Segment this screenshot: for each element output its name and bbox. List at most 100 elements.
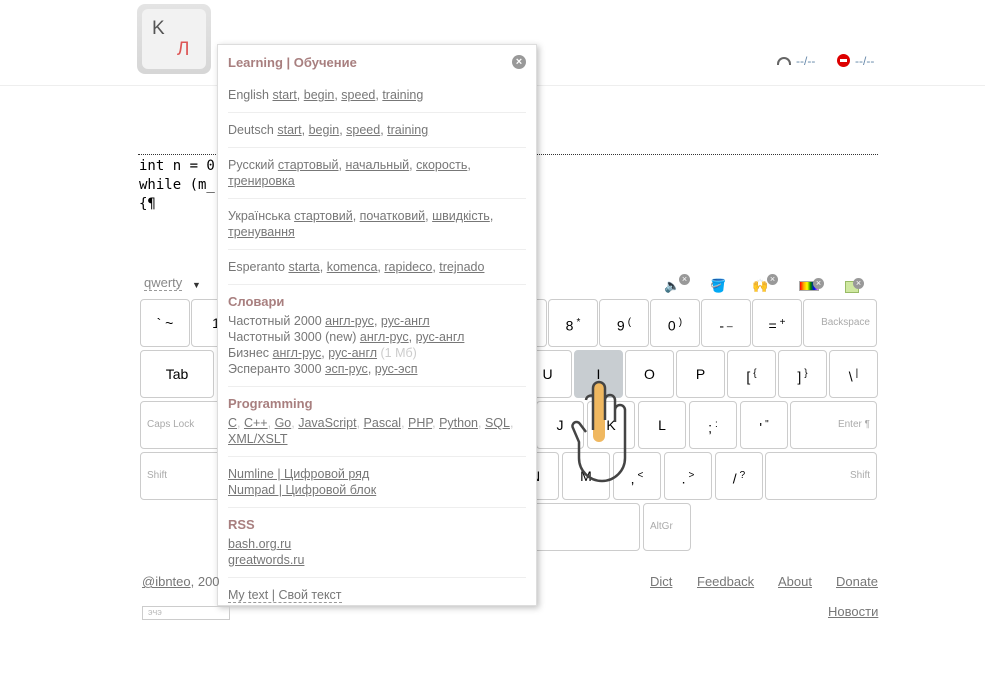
keyboard-colors-icon[interactable]: × — [799, 278, 824, 291]
numpad-link[interactable]: Numpad | Цифровой блок — [228, 483, 376, 497]
author-link[interactable]: @ibnteo — [142, 574, 191, 589]
key[interactable]: P — [676, 350, 725, 398]
logo[interactable]: KЛ — [137, 4, 211, 74]
close-icon[interactable]: × — [512, 55, 526, 69]
programming-link[interactable]: Python — [439, 416, 478, 430]
rss-link[interactable]: bash.org.ru — [228, 537, 291, 551]
dict-link[interactable]: рус-англ — [328, 346, 377, 360]
language-label: Українська — [228, 209, 291, 223]
my-text-link[interactable]: My text | Свой текст — [228, 588, 342, 603]
course-link[interactable]: komenca — [327, 260, 378, 274]
close-icon[interactable]: × — [853, 278, 864, 289]
file-size: (1 Мб) — [380, 346, 417, 360]
errors-stat: --/-- — [837, 54, 874, 68]
programming-link[interactable]: XML/XSLT — [228, 432, 288, 446]
donate-link[interactable]: Donate — [836, 574, 878, 589]
key[interactable]: ;: — [689, 401, 737, 449]
course-row: Deutsch start, begin, speed, training — [228, 113, 526, 148]
course-link[interactable]: стартовый — [278, 158, 339, 172]
course-link[interactable]: starta — [288, 260, 319, 274]
key[interactable]: 8 * — [548, 299, 598, 347]
course-link[interactable]: speed — [346, 123, 380, 137]
close-icon[interactable]: × — [679, 274, 690, 285]
key[interactable]: O — [625, 350, 674, 398]
programming-link[interactable]: JavaScript — [298, 416, 356, 430]
dict-link[interactable]: англ-рус — [360, 330, 409, 344]
speedometer-icon — [777, 57, 791, 65]
programming-link[interactable]: PHP — [408, 416, 432, 430]
about-link[interactable]: About — [778, 574, 812, 589]
section-title: Programming — [228, 396, 313, 411]
programming-link[interactable]: Go — [275, 416, 292, 430]
course-link[interactable]: start — [272, 88, 296, 102]
programming-link[interactable]: C — [228, 416, 237, 430]
dict-link[interactable]: англ-рус — [325, 314, 374, 328]
dict-link[interactable]: рус-эсп — [375, 362, 418, 376]
dict-link[interactable]: рус-англ — [416, 330, 465, 344]
key[interactable]: ` ~ — [140, 299, 190, 347]
key[interactable]: ]} — [778, 350, 827, 398]
feedback-link[interactable]: Feedback — [697, 574, 754, 589]
chevron-down-icon[interactable]: ▼ — [192, 280, 201, 290]
speed-stat: --/-- — [777, 54, 815, 68]
close-icon[interactable]: × — [767, 274, 778, 285]
dict-link[interactable]: рус-англ — [381, 314, 430, 328]
logo-letter: Л — [177, 39, 190, 60]
key[interactable]: \ | — [829, 350, 878, 398]
course-link[interactable]: стартовий — [294, 209, 353, 223]
course-link[interactable]: тренировка — [228, 174, 295, 188]
close-icon[interactable]: × — [813, 278, 824, 289]
course-link[interactable]: початковий — [360, 209, 426, 223]
dict-link[interactable]: Dict — [650, 574, 672, 589]
key[interactable]: 0) — [650, 299, 700, 347]
course-row: Esperanto starta, komenca, rapideco, tre… — [228, 250, 526, 285]
sound-icon[interactable]: 🔈 × — [664, 274, 690, 294]
course-link[interactable]: скорость — [416, 158, 467, 172]
key[interactable]: Caps Lock — [140, 401, 228, 449]
mini-input[interactable]: эчэ — [142, 606, 230, 620]
key[interactable]: AltGr — [643, 503, 691, 551]
key[interactable]: /? — [715, 452, 763, 500]
key[interactable]: . > — [664, 452, 712, 500]
course-link[interactable]: швидкість — [432, 209, 490, 223]
news-link[interactable]: Новости — [828, 604, 878, 619]
dict-link[interactable]: эсп-рус — [325, 362, 368, 376]
course-link[interactable]: training — [382, 88, 423, 102]
programming-link[interactable]: Pascal — [364, 416, 402, 430]
theme-icon[interactable]: 🪣 — [710, 278, 730, 294]
course-link[interactable]: тренування — [228, 225, 295, 239]
course-row: English start, begin, speed, training — [228, 78, 526, 113]
course-link[interactable]: trejnado — [439, 260, 484, 274]
exit-icon[interactable]: × — [845, 278, 864, 293]
dict-row: Частотный 3000 (new) англ-рус, рус-англ — [228, 330, 465, 344]
key[interactable]: Enter ¶ — [790, 401, 877, 449]
numline-link[interactable]: Numline | Цифровой ряд — [228, 467, 369, 481]
language-label: English — [228, 88, 269, 102]
key[interactable]: [{ — [727, 350, 776, 398]
course-link[interactable]: begin — [309, 123, 340, 137]
hands-icon[interactable]: 🙌 × — [752, 274, 778, 294]
course-link[interactable]: training — [387, 123, 428, 137]
dict-row: Бизнес англ-рус, рус-англ (1 Мб) — [228, 346, 417, 360]
dict-link[interactable]: англ-рус — [273, 346, 322, 360]
key[interactable]: Backspace — [803, 299, 877, 347]
course-link[interactable]: rapideco — [384, 260, 432, 274]
layout-select[interactable]: qwerty — [144, 275, 183, 291]
programming-link[interactable]: C++ — [244, 416, 268, 430]
course-row: Українська стартовий, початковий, швидкі… — [228, 199, 526, 250]
key[interactable]: Shift — [765, 452, 877, 500]
course-link[interactable]: begin — [304, 88, 335, 102]
key[interactable]: ' " — [740, 401, 788, 449]
key[interactable]: - _ — [701, 299, 751, 347]
rss-link[interactable]: greatwords.ru — [228, 553, 304, 567]
course-link[interactable]: начальный — [345, 158, 409, 172]
key[interactable]: = + — [752, 299, 802, 347]
language-label: Русский — [228, 158, 275, 172]
key[interactable]: 9( — [599, 299, 649, 347]
copyright: @ibnteo, 200 — [142, 574, 220, 589]
course-link[interactable]: start — [277, 123, 301, 137]
programming-link[interactable]: SQL — [485, 416, 510, 430]
key[interactable]: Tab — [140, 350, 214, 398]
course-link[interactable]: speed — [341, 88, 375, 102]
key[interactable]: L — [638, 401, 686, 449]
